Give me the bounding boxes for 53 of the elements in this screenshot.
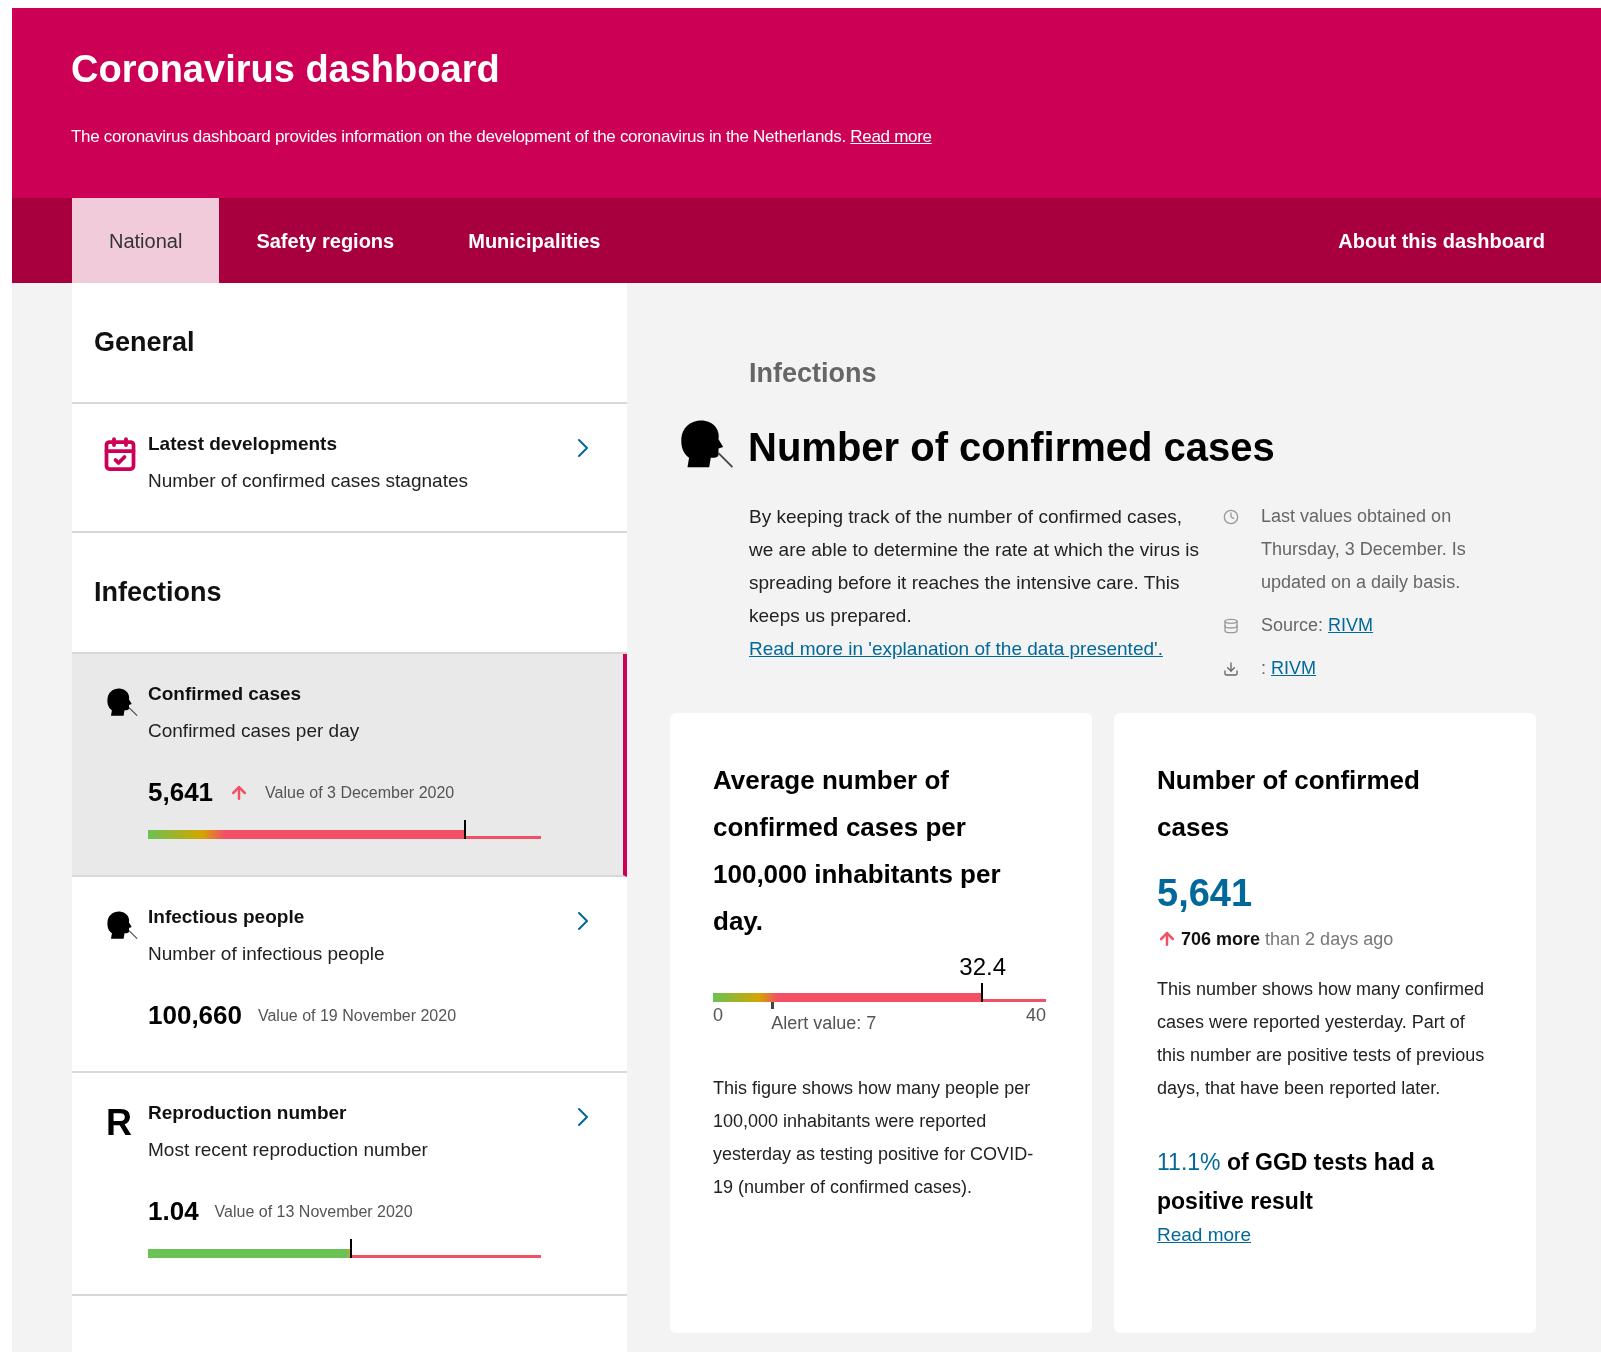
source-link[interactable]: RIVM [1328,614,1374,635]
item-value: 100,660 [148,999,242,1032]
section-heading: General [94,326,195,360]
nav-tab[interactable]: Safety regions [219,198,432,283]
card-title: Average number of confirmed cases per 100,000 inhabitants per day. [713,763,1002,938]
item-title: Latest developments [148,432,338,456]
value-date: Value of 13 November 2020 [214,1201,413,1222]
axis-max: 40 [1025,1003,1046,1027]
section-heading: Infections [94,576,222,610]
sidebar-item[interactable]: Confirmed cases Confirmed cases per day 5,641 Value of 3 December 2020 [72,654,627,877]
value-marker [464,820,467,839]
download-icon [1223,660,1239,677]
source-link[interactable]: RIVM [1271,657,1317,678]
value-date: Value of 19 November 2020 [258,1005,457,1026]
axis-min: 0 [713,1003,723,1027]
item-title: Infectious people [148,905,306,929]
about-link[interactable]: About this dashboard [1338,198,1545,283]
card-title: Number of confirmed cases [1157,763,1421,844]
section-title: Number of confirmed cases [748,423,1275,471]
item-subtitle: Confirmed cases per day [148,718,361,743]
meta-text: Source: RIVM [1261,613,1375,637]
value-marker [350,1239,353,1258]
meta-text: : RIVM [1261,656,1318,680]
read-more-link[interactable]: Read more [850,127,932,146]
positive-rate-text: 11.1% of GGD tests had a positive result [1157,1147,1436,1216]
calendar-icon [102,436,138,472]
nav-tab[interactable]: Municipalities [431,198,638,283]
card-text: This figure shows how many people per 100,000 inhabitants were reported yesterday as testing positive for COVID-19 (number of confirmed cases). [713,1076,1035,1199]
database-icon [1223,617,1239,634]
gauge-reading: 32.4 [959,951,1007,982]
alert-label: Alert value: 7 [771,1011,877,1035]
item-subtitle: Number of infectious people [148,941,386,966]
item-subtitle: Number of confirmed cases stagnates [148,468,469,493]
value-marker [980,982,983,1002]
item-title: Reproduction number [148,1101,348,1125]
letter-icon: R [102,1102,132,1143]
value-date: Value of 3 December 2020 [265,782,455,803]
card-text: This number shows how many confirmed cases were reported yesterday. Part of this number are positive tests of previous days, that have been reported later. [1157,977,1486,1100]
read-more-link[interactable]: Read more [1157,1223,1251,1245]
intro-text: The coronavirus dashboard provides information on the development of the coronavirus in the Netherlands. Read more [71,126,933,148]
item-value: 5,641 [148,776,214,809]
page-title: Coronavirus dashboard [71,50,501,88]
nav-tab[interactable]: National [72,198,220,283]
item-subtitle: Most recent reproduction number [148,1137,429,1162]
card-value: 5,641 [1157,870,1254,916]
category-label: Infections [749,358,877,388]
item-title: Confirmed cases [148,682,303,706]
explanation-link[interactable]: Read more in 'explanation of the data presented'. [749,637,1163,659]
change-text: 706 more than 2 days ago [1181,927,1394,951]
description-text: By keeping track of the number of confirmed cases, we are able to determine the rate at which the virus is spreading before it reaches the intensive care. This keeps us prepared. Read more in 'explanation of the data presented'. [749,504,1200,661]
meta-text: Last values obtained on Thursday, 3 December. Is updated on a daily basis. [1261,504,1467,594]
clock-icon [1223,508,1239,525]
item-value: 1.04 [148,1195,199,1228]
